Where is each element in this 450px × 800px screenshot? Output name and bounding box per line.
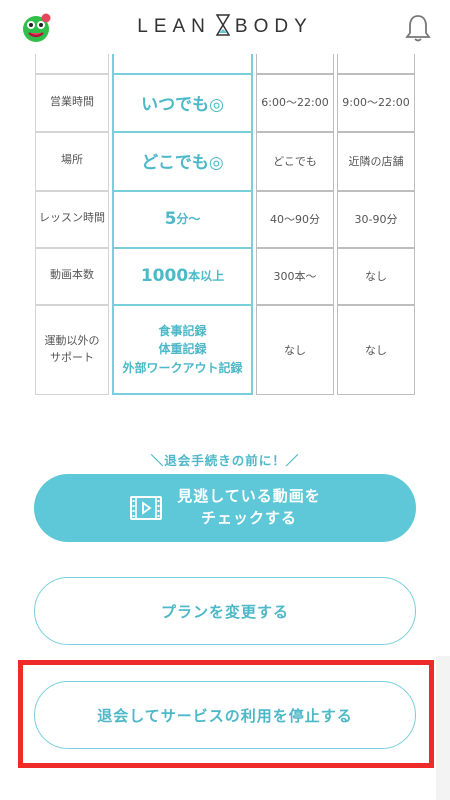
bell-icon[interactable] [404,13,432,43]
lean-value-line: 食事記録 [158,323,207,338]
cancel-membership-button[interactable]: 退会してサービスの利用を停止する [34,681,416,749]
button-line: 見逃している動画を [177,487,321,506]
lean-value-number: 5 [164,208,177,229]
row-label-line: 運動以外の [44,334,100,347]
lean-value-unit: 分〜 [176,212,201,226]
watch-missed-videos-label: 見逃している動画を チェックする [177,486,321,530]
competitor-b-value: 9:00〜22:00 [342,96,410,109]
app-logo: LEAN BODY [0,14,450,38]
logo-text-left: LEAN [137,16,211,37]
row-label-line: サポート [50,350,94,364]
lean-value: 5 分〜 [112,190,253,247]
row-label: レッスン時間 [39,211,105,225]
row-label: 運動以外の サポート [35,304,109,395]
lean-value-number: 1000 [140,265,189,286]
change-plan-button[interactable]: プランを変更する [34,577,416,645]
competitor-a-value: なし [284,343,306,357]
lean-value-line: 外部ワークアウト記録 [122,360,243,375]
row-label: 動画本数 [50,268,94,282]
row-label: 場所 [61,153,83,167]
lean-value-line: 体重記録 [158,342,207,357]
edge-shade [436,656,450,800]
competitor-a-value: どこでも [273,154,317,168]
competitor-b-value: なし [365,343,387,357]
video-icon [130,496,163,520]
hourglass-logo-icon [215,14,231,36]
competitor-b-value: 30-90分 [354,212,398,226]
header: LEAN BODY [0,0,450,54]
lean-value: 1000 本以上 [112,247,253,304]
lean-value: いつでも◎ [141,94,224,115]
lean-value: どこでも◎ [141,153,224,173]
competitor-b-value: 近隣の店舗 [348,154,404,168]
row-label: 営業時間 [50,94,94,108]
cta-note: ＼退会手続きの前に！／ [150,453,300,468]
lean-value-unit: 本以上 [188,269,225,283]
competitor-a-value: 300本〜 [273,269,317,283]
lean-value: 食事記録 体重記録 外部ワークアウト記録 [112,304,253,395]
competitor-a-value: 40〜90分 [270,212,320,226]
competitor-a-value: 6:00〜22:00 [261,96,329,109]
comparison-table: 営業時間 いつでも◎ 6:00〜22:00 9:00〜22:00 場所 どこでも… [0,50,450,400]
watch-missed-videos-button[interactable]: 見逃している動画を チェックする [34,474,416,542]
competitor-b-value: なし [365,269,387,283]
button-line: チェックする [200,509,297,527]
logo-text-right: BODY [234,16,313,37]
